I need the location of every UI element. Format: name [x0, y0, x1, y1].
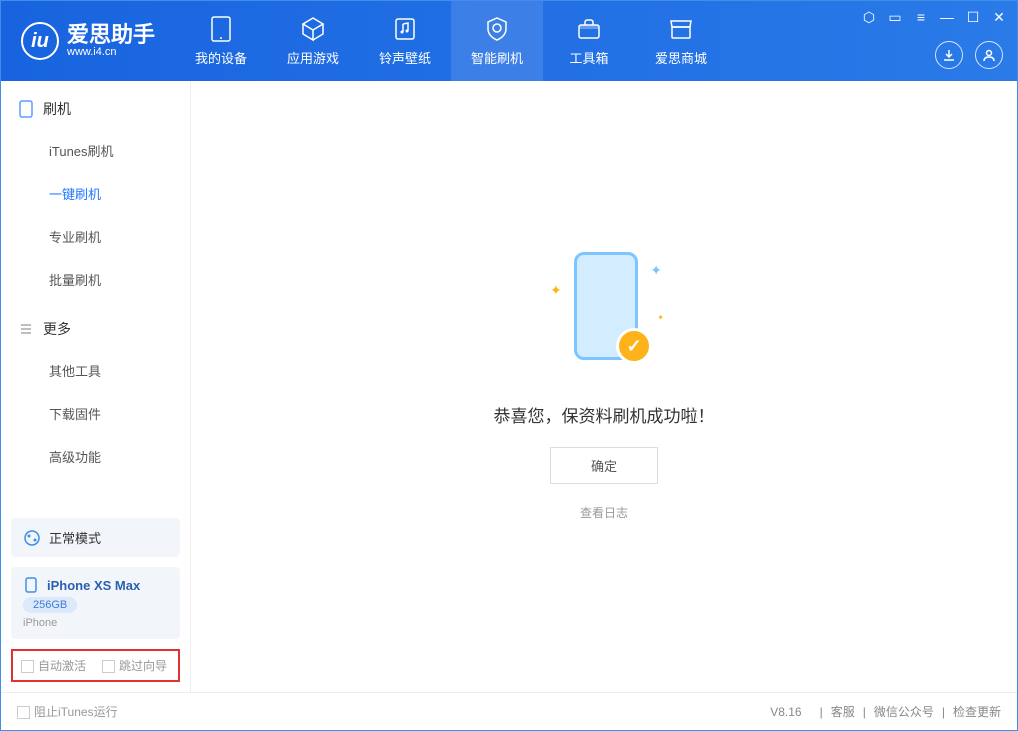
options-row: 自动激活 跳过向导 — [11, 649, 180, 682]
tab-my-device[interactable]: 我的设备 — [175, 1, 267, 81]
shield-icon — [484, 16, 510, 42]
sidebar-item-batch-flash[interactable]: 批量刷机 — [1, 258, 190, 301]
sidebar-item-advanced[interactable]: 高级功能 — [1, 435, 190, 478]
sidebar-item-other-tools[interactable]: 其他工具 — [1, 349, 190, 392]
list-icon — [19, 322, 33, 336]
cube-icon — [300, 16, 326, 42]
main-content: ✦ ✦ ✦ ✓ 恭喜您，保资料刷机成功啦！ 确定 查看日志 — [191, 81, 1017, 692]
device-capacity: 256GB — [23, 597, 77, 613]
download-button[interactable] — [935, 41, 963, 69]
tab-label: 工具箱 — [570, 48, 609, 67]
device-icon — [208, 16, 234, 42]
tab-store[interactable]: 爱思商城 — [635, 1, 727, 81]
close-icon[interactable]: ✕ — [991, 9, 1007, 25]
tab-ringtones[interactable]: 铃声壁纸 — [359, 1, 451, 81]
device-panel[interactable]: iPhone XS Max 256GB iPhone — [11, 567, 180, 639]
minimize-icon[interactable]: — — [939, 9, 955, 25]
auto-activate-checkbox[interactable]: 自动激活 — [21, 657, 86, 674]
device-small-icon — [23, 577, 39, 593]
sidebar-item-itunes-flash[interactable]: iTunes刷机 — [1, 129, 190, 172]
tab-label: 我的设备 — [195, 48, 247, 67]
tab-label: 应用游戏 — [287, 48, 339, 67]
block-itunes-checkbox[interactable]: 阻止iTunes运行 — [17, 703, 118, 720]
sidebar-section-more: 更多 — [1, 319, 190, 349]
mode-icon — [23, 529, 41, 547]
tab-label: 铃声壁纸 — [379, 48, 431, 67]
sidebar: 刷机 iTunes刷机 一键刷机 专业刷机 批量刷机 更多 其他工具 下载固件 … — [1, 81, 191, 692]
version-label: V8.16 — [770, 705, 801, 719]
store-icon — [668, 16, 694, 42]
success-message: 恭喜您，保资料刷机成功啦！ — [494, 402, 715, 427]
menu-icon[interactable]: ≡ — [913, 9, 929, 25]
success-illustration: ✦ ✦ ✦ ✓ — [544, 252, 664, 382]
ok-button[interactable]: 确定 — [550, 447, 658, 484]
tab-flash[interactable]: 智能刷机 — [451, 1, 543, 81]
mode-panel[interactable]: 正常模式 — [11, 518, 180, 557]
shirt-icon[interactable]: ⬡ — [861, 9, 877, 25]
sparkle-icon: ✦ — [650, 262, 662, 279]
user-button[interactable] — [975, 41, 1003, 69]
logo-icon: iu — [21, 22, 59, 60]
sidebar-item-download-firmware[interactable]: 下载固件 — [1, 392, 190, 435]
sidebar-item-pro-flash[interactable]: 专业刷机 — [1, 215, 190, 258]
main-tabs: 我的设备 应用游戏 铃声壁纸 智能刷机 工具箱 爱思商城 — [175, 1, 727, 81]
header: iu 爱思助手 www.i4.cn 我的设备 应用游戏 铃声壁纸 智能刷机 工具… — [1, 1, 1017, 81]
check-icon: ✓ — [616, 328, 652, 364]
toolbox-icon — [576, 16, 602, 42]
view-log-link[interactable]: 查看日志 — [580, 504, 628, 521]
skip-wizard-checkbox[interactable]: 跳过向导 — [102, 657, 167, 674]
mode-label: 正常模式 — [49, 528, 101, 547]
logo: iu 爱思助手 www.i4.cn — [1, 22, 175, 60]
tab-toolbox[interactable]: 工具箱 — [543, 1, 635, 81]
tab-label: 智能刷机 — [471, 48, 523, 67]
tab-label: 爱思商城 — [655, 48, 707, 67]
titlebar-controls: ⬡ ▭ ≡ — ☐ ✕ — [861, 9, 1007, 25]
wechat-link[interactable]: 微信公众号 — [874, 703, 934, 720]
sparkle-icon: ✦ — [657, 313, 664, 322]
support-link[interactable]: 客服 — [831, 703, 855, 720]
device-name: iPhone XS Max — [47, 578, 140, 593]
footer: 阻止iTunes运行 V8.16 | 客服 | 微信公众号 | 检查更新 — [1, 692, 1017, 730]
sidebar-section-flash: 刷机 — [1, 99, 190, 129]
header-actions — [935, 41, 1003, 69]
music-icon — [392, 16, 418, 42]
device-type: iPhone — [23, 617, 57, 629]
app-name: 爱思助手 — [67, 24, 155, 46]
tab-apps[interactable]: 应用游戏 — [267, 1, 359, 81]
maximize-icon[interactable]: ☐ — [965, 9, 981, 25]
phone-icon — [19, 100, 33, 118]
sidebar-item-oneclick-flash[interactable]: 一键刷机 — [1, 172, 190, 215]
sparkle-icon: ✦ — [550, 282, 562, 299]
note-icon[interactable]: ▭ — [887, 9, 903, 25]
app-url: www.i4.cn — [67, 46, 155, 58]
check-update-link[interactable]: 检查更新 — [953, 703, 1001, 720]
